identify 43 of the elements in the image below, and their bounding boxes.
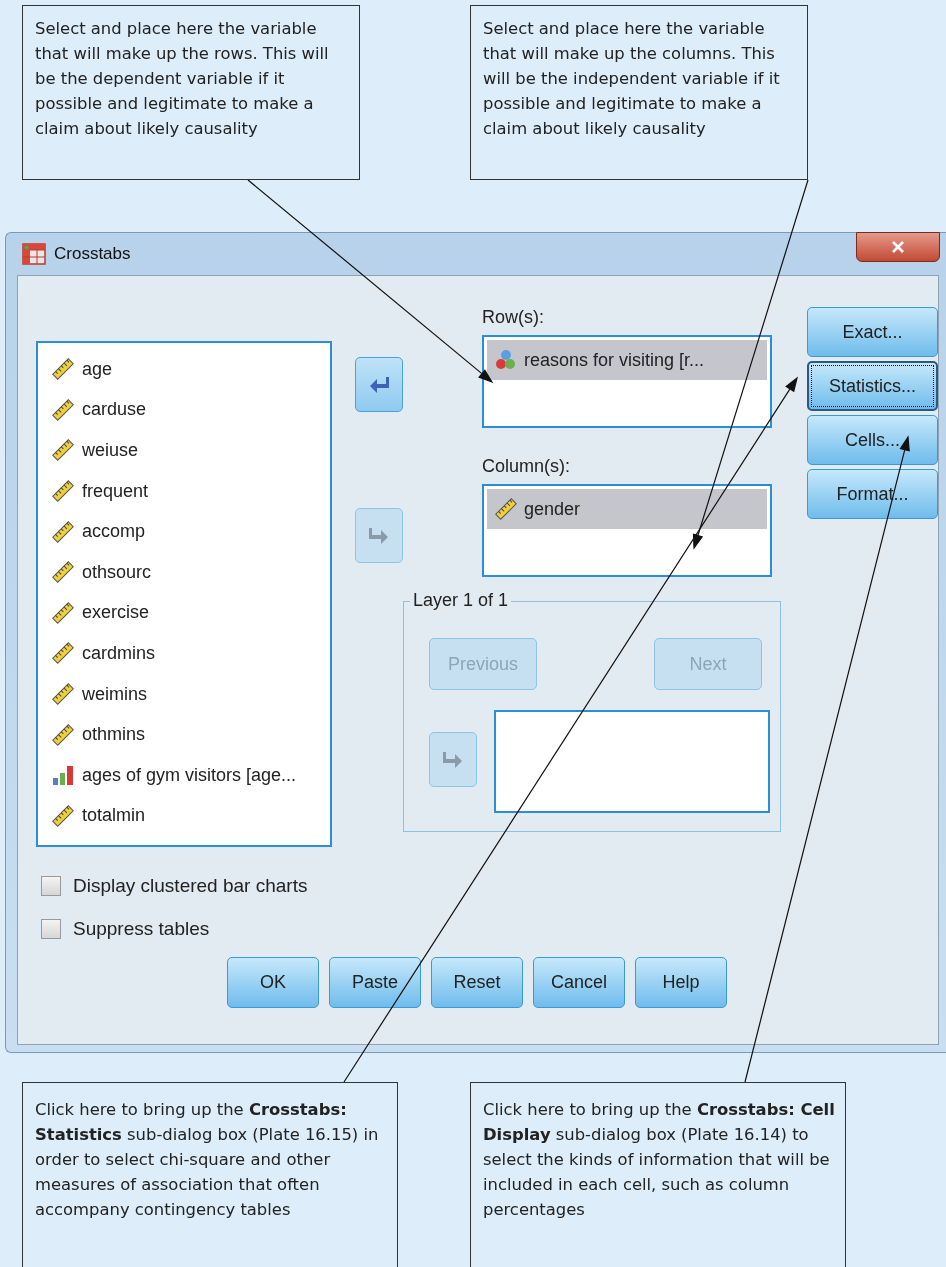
list-item[interactable]: reasons for visiting [r... xyxy=(487,340,767,380)
dialog-button[interactable]: OK xyxy=(227,957,319,1008)
variable-name[interactable]: othmins xyxy=(82,724,146,746)
bar-chart-icon xyxy=(52,764,74,787)
variable-name[interactable]: othsourc xyxy=(82,561,152,583)
dialog-button[interactable]: Reset xyxy=(431,957,523,1008)
callout-box: Click here to bring up the Crosstabs: Statistics sub-dialog box (Plate 16.15) in order to select chi-square and other measures of association that often accompany contingency tables xyxy=(22,1082,398,1267)
variable-name[interactable]: carduse xyxy=(82,399,147,421)
window-title: Crosstabs xyxy=(54,244,131,264)
checkbox[interactable] xyxy=(41,919,61,939)
variable-name[interactable]: cardmins xyxy=(82,642,156,664)
variable-name[interactable]: age xyxy=(82,358,113,380)
variable-name[interactable]: exercise xyxy=(82,602,150,624)
list-item[interactable]: gender xyxy=(487,489,767,529)
layer-title: Layer 1 of 1 xyxy=(410,590,512,611)
dialog-button[interactable]: Statistics... xyxy=(807,361,938,411)
close-button[interactable] xyxy=(856,232,940,262)
close-icon xyxy=(891,241,905,253)
callout-box: Click here to bring up the Crosstabs: Cell Display sub-dialog box (Plate 16.14) to select the kinds of information that will be included in each cell, such as column percentages xyxy=(470,1082,846,1267)
circles-icon xyxy=(495,349,517,371)
rows-label: Row(s): xyxy=(482,306,545,328)
variable-name[interactable]: accomp xyxy=(82,521,146,543)
arrow-icon xyxy=(368,526,390,545)
arrow-icon xyxy=(442,750,464,769)
dialog-button[interactable]: Cells... xyxy=(807,415,938,465)
dialog-button[interactable]: Exact... xyxy=(807,307,938,357)
table-icon xyxy=(22,243,46,265)
checkbox[interactable] xyxy=(41,876,61,896)
variable-name[interactable]: frequent xyxy=(82,480,149,502)
checkbox-label: Suppress tables xyxy=(73,918,210,940)
variable-name[interactable]: totalmin xyxy=(82,805,146,827)
callout-box: Select and place here the variable that will make up the columns. This will be the independent variable if it possible and legitimate to make a claim about likely causality xyxy=(470,5,808,180)
variable-name[interactable]: weiuse xyxy=(82,440,139,461)
dialog-button[interactable]: Cancel xyxy=(533,957,625,1008)
variable-name[interactable]: weimins xyxy=(82,683,147,705)
dialog-button[interactable]: Help xyxy=(635,957,727,1008)
columns-label: Column(s): xyxy=(482,455,571,477)
move-to-rows-button[interactable] xyxy=(355,357,403,412)
callout-box: Select and place here the variable that will make up the rows. This will be the dependent variable if it possible and legitimate to make a claim about likely causality xyxy=(22,5,360,180)
dialog-button[interactable]: Paste xyxy=(329,957,421,1008)
variable-name[interactable]: ages of gym visitors [age... xyxy=(82,764,297,786)
checkbox-label: Display clustered bar charts xyxy=(73,875,308,897)
arrow-icon xyxy=(368,375,390,394)
